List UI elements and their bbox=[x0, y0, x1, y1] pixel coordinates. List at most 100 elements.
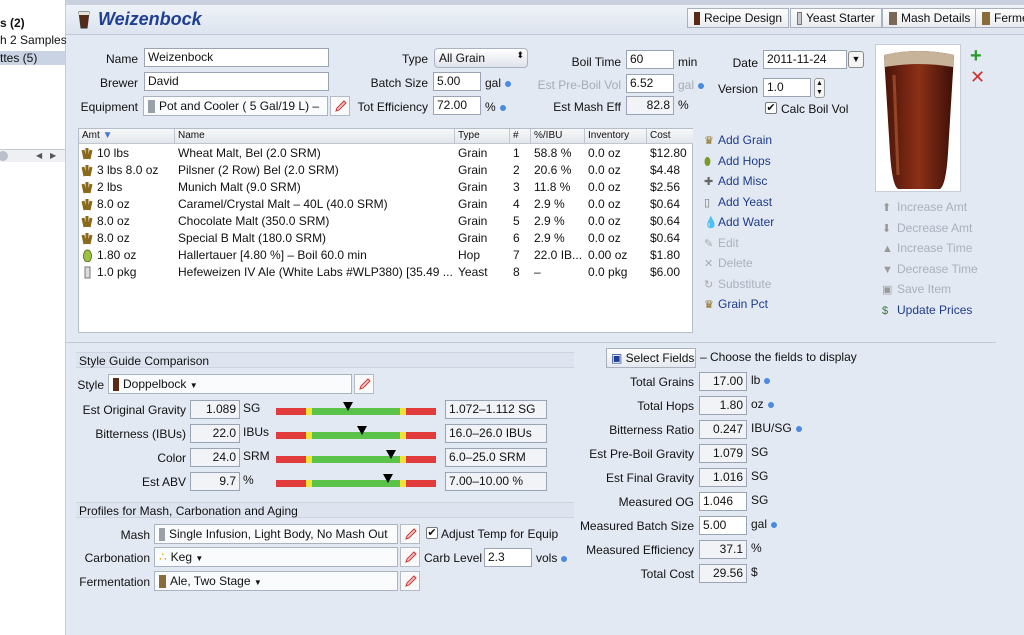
stat-unit: $ bbox=[751, 565, 758, 579]
carbonation-edit-button[interactable] bbox=[400, 547, 420, 567]
style-edit-button[interactable] bbox=[354, 374, 374, 394]
carb-value: Keg bbox=[170, 550, 192, 564]
action-label: Grain Pct bbox=[718, 297, 769, 311]
action-add-yeast[interactable]: ▯ Add Yeast bbox=[704, 195, 772, 209]
column-header-type[interactable]: Type bbox=[455, 129, 510, 144]
stat-unit-text: lb bbox=[751, 373, 761, 387]
stat-value: 17.00 bbox=[699, 372, 747, 391]
down-small-arrow-icon: ▼ bbox=[882, 263, 893, 276]
info-dot-icon bbox=[764, 377, 771, 384]
efficiency-input[interactable]: 72.00 bbox=[433, 96, 481, 115]
action-add-water[interactable]: 💧Add Water bbox=[704, 215, 774, 229]
column-header-num[interactable]: # bbox=[510, 129, 531, 144]
carb-level-input[interactable]: 2.3 bbox=[484, 548, 532, 567]
sidebar-scrollbar[interactable]: ◀ ▶ bbox=[0, 149, 65, 162]
action-add-grain[interactable]: ♛ Add Grain bbox=[704, 133, 772, 147]
action-edit[interactable]: ✎ Edit bbox=[704, 236, 739, 250]
version-input[interactable]: 1.0 bbox=[763, 78, 811, 97]
grain-icon bbox=[81, 215, 94, 228]
stat-unit: SG bbox=[751, 445, 768, 459]
table-row[interactable]: 1.80 oz Hallertauer [4.80 %] – Boil 60.0 … bbox=[79, 247, 692, 264]
table-row[interactable]: 1.0 pkg Hefeweizen IV Ale (White Labs #WL… bbox=[79, 264, 692, 281]
style-row-label: Bitterness (IBUs) bbox=[95, 427, 186, 441]
column-header-cost[interactable]: Cost bbox=[647, 129, 693, 144]
fermentation-select[interactable]: Ale, Two Stage ▼ bbox=[154, 571, 398, 591]
mash-select[interactable]: Single Infusion, Light Body, No Mash Out bbox=[154, 524, 398, 544]
sidebar-item-0[interactable]: s (2) bbox=[0, 16, 25, 30]
scroll-right-icon[interactable]: ▶ bbox=[50, 151, 56, 160]
beer-glass-image bbox=[884, 51, 954, 189]
mash-edit-button[interactable] bbox=[400, 524, 420, 544]
carbonation-select[interactable]: ∴ Keg ▼ bbox=[154, 547, 398, 567]
select-fields-label: Select Fields bbox=[625, 351, 695, 365]
equipment-select[interactable]: Pot and Cooler ( 5 Gal/19 L) – bbox=[143, 96, 328, 116]
calc-boil-checkbox[interactable]: ✔ bbox=[765, 102, 777, 114]
action-substitute[interactable]: ↻ Substitute bbox=[704, 277, 771, 291]
fermentation-edit-button[interactable] bbox=[400, 571, 420, 591]
action-delete[interactable]: ✕ Delete bbox=[704, 256, 753, 270]
cell-name: Special B Malt (180.0 SRM) bbox=[178, 231, 327, 245]
table-row[interactable]: 10 lbs Wheat Malt, Bel (2.0 SRM) Grain 1 58.… bbox=[79, 145, 692, 162]
select-fields-button[interactable]: ▣ Select Fields bbox=[606, 348, 696, 368]
cell-type: Hop bbox=[458, 248, 481, 262]
table-row[interactable]: 8.0 oz Chocolate Malt (350.0 SRM) Grain 5 2.… bbox=[79, 213, 692, 230]
boil-time-unit: min bbox=[678, 55, 698, 69]
action-add-hops[interactable]: ⬮ Add Hops bbox=[704, 154, 771, 169]
add-icon[interactable]: + bbox=[970, 46, 982, 66]
stat-unit-text: SG bbox=[751, 493, 769, 507]
style-row-range: 16.0–26.0 IBUs bbox=[445, 424, 547, 443]
stat-value[interactable]: 1.046 bbox=[699, 492, 747, 511]
boil-time-input[interactable]: 60 bbox=[626, 50, 674, 69]
mash-details-button[interactable]: Mash Details bbox=[882, 8, 978, 28]
column-header-name[interactable]: Name bbox=[175, 129, 455, 144]
action-decrease-time[interactable]: ▼ Decrease Time bbox=[882, 262, 978, 276]
action-decrease-amt[interactable]: ⬇ Decrease Amt bbox=[882, 221, 972, 235]
gauge-segment bbox=[312, 408, 400, 415]
batch-size-input[interactable]: 5.00 bbox=[433, 72, 481, 91]
action-add-misc[interactable]: ✚ Add Misc bbox=[704, 174, 767, 188]
equipment-edit-button[interactable] bbox=[330, 96, 350, 116]
scroll-left-icon[interactable]: ◀ bbox=[36, 151, 42, 160]
table-row[interactable]: 8.0 oz Caramel/Crystal Malt – 40L (40.0 S… bbox=[79, 196, 692, 213]
fermentation-button[interactable]: Ferme bbox=[975, 8, 1024, 28]
adjust-temp-checkbox[interactable]: ✔ bbox=[426, 527, 438, 539]
cell-cost: $0.64 bbox=[650, 214, 681, 228]
mash-eff-value: 82.8 bbox=[626, 96, 674, 115]
pre-boil-vol-input[interactable]: 6.52 bbox=[626, 74, 674, 93]
style-row-label: Est ABV bbox=[141, 475, 186, 489]
remove-icon[interactable]: ✕ bbox=[970, 68, 985, 86]
cell-pct: 2.9 % bbox=[534, 197, 565, 211]
version-stepper[interactable]: ▲ ▼ bbox=[814, 78, 825, 98]
date-picker-button[interactable]: ▼ bbox=[848, 51, 864, 68]
column-header-inventory[interactable]: Inventory bbox=[585, 129, 647, 144]
edit-pencil-icon bbox=[335, 100, 347, 112]
yeast-starter-button[interactable]: Yeast Starter bbox=[790, 8, 882, 28]
brewer-input[interactable]: David bbox=[144, 72, 329, 91]
action-grain-pct[interactable]: ♛ Grain Pct bbox=[704, 297, 768, 311]
table-row[interactable]: 8.0 oz Special B Malt (180.0 SRM) Grain 6 2.… bbox=[79, 230, 692, 247]
action-increase-amt[interactable]: ⬆ Increase Amt bbox=[882, 200, 967, 214]
column-header-amt[interactable]: Amt ▼ bbox=[79, 129, 175, 144]
action-increase-time[interactable]: ▲ Increase Time bbox=[882, 241, 972, 255]
cell-num: 2 bbox=[513, 163, 520, 177]
column-header-pct[interactable]: %/IBU bbox=[531, 129, 585, 144]
style-select[interactable]: Doppelbock ▼ bbox=[108, 374, 352, 394]
name-input[interactable]: Weizenbock bbox=[144, 48, 329, 67]
table-row[interactable]: 3 lbs 8.0 oz Pilsner (2 Row) Bel (2.0 SRM… bbox=[79, 162, 692, 179]
stat-value[interactable]: 5.00 bbox=[699, 516, 747, 535]
name-label: Name bbox=[105, 52, 138, 66]
scroll-thumb[interactable] bbox=[0, 151, 8, 161]
type-select[interactable]: All Grain ⬍ bbox=[434, 48, 528, 68]
stat-unit-text: SG bbox=[751, 445, 769, 459]
action-save-item[interactable]: ▣ Save Item bbox=[882, 282, 951, 296]
sidebar-item-1[interactable]: h 2 Samples bbox=[0, 33, 67, 47]
recipe-design-button[interactable]: Recipe Design bbox=[687, 8, 790, 28]
yeast-icon bbox=[81, 266, 94, 279]
stat-label: Measured Efficiency bbox=[586, 543, 694, 557]
action-update-prices[interactable]: $ Update Prices bbox=[882, 303, 972, 317]
date-input[interactable]: 2011-11-24 bbox=[763, 50, 847, 69]
table-row[interactable]: 2 lbs Munich Malt (9.0 SRM) Grain 3 11.8 % 0.… bbox=[79, 179, 692, 196]
fermentation-label: Ferme bbox=[994, 11, 1024, 25]
style-row-unit: IBUs bbox=[243, 425, 270, 439]
sidebar-item-2[interactable]: ttes (5) bbox=[0, 51, 65, 65]
